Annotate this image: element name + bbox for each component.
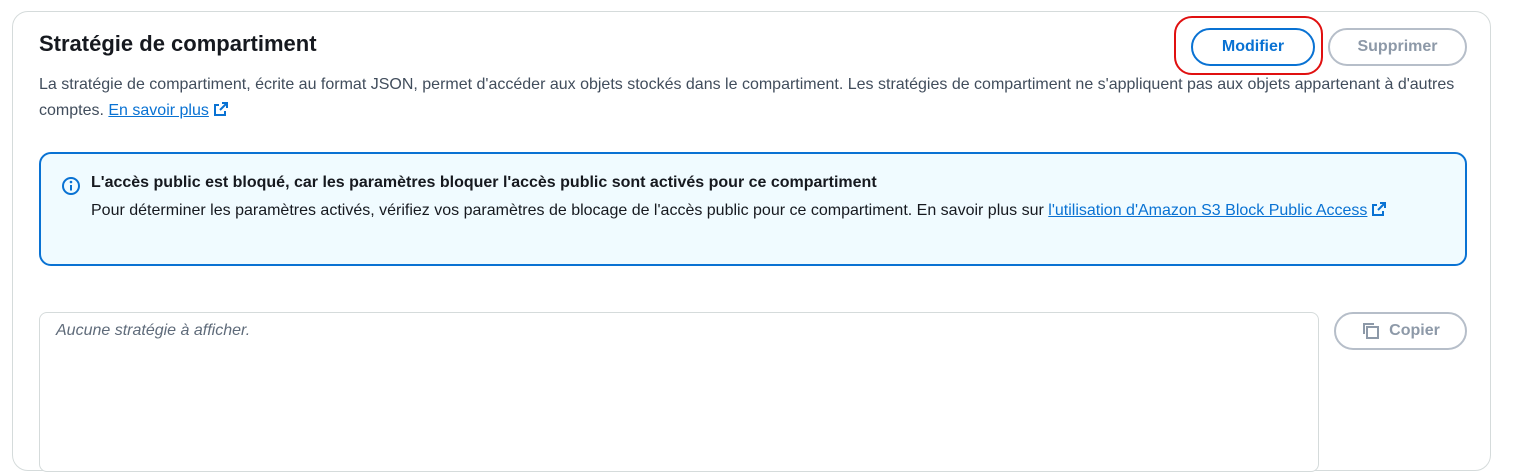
- copy-icon: [1363, 323, 1380, 339]
- alert-title: L'accès public est bloqué, car les param…: [91, 174, 877, 191]
- info-alert: L'accès public est bloqué, car les param…: [39, 152, 1467, 266]
- edit-button[interactable]: Modifier: [1191, 28, 1315, 66]
- delete-button[interactable]: Supprimer: [1328, 28, 1467, 66]
- description-text: La stratégie de compartiment, écrite au …: [39, 76, 1455, 119]
- info-icon: [62, 177, 80, 195]
- external-link-icon: [1372, 202, 1387, 216]
- copy-button[interactable]: Copier: [1334, 312, 1467, 350]
- alert-body: Pour déterminer les paramètres activés, …: [91, 198, 1411, 224]
- section-description: La stratégie de compartiment, écrite au …: [39, 72, 1459, 124]
- section-title: Stratégie de compartiment: [39, 31, 317, 56]
- learn-more-link[interactable]: En savoir plus: [108, 102, 229, 119]
- alert-body-text: Pour déterminer les paramètres activés, …: [91, 202, 1044, 219]
- copy-label: Copier: [1389, 322, 1440, 339]
- editor-placeholder: Aucune stratégie à afficher.: [56, 322, 251, 339]
- external-link-icon: [213, 102, 228, 116]
- policy-editor[interactable]: Aucune stratégie à afficher.: [39, 312, 1319, 472]
- block-public-access-link[interactable]: l'utilisation d'Amazon S3 Block Public A…: [1048, 202, 1387, 219]
